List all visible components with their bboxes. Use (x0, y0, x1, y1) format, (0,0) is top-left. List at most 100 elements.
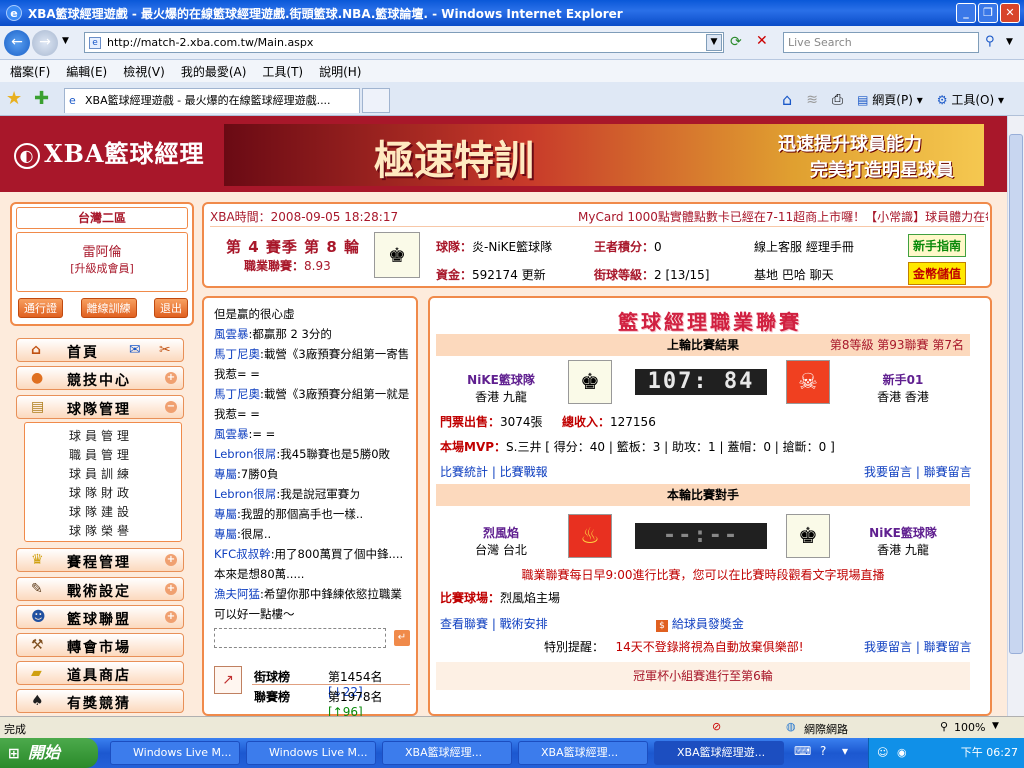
search-dropdown-icon[interactable]: ▼ (1006, 37, 1013, 47)
messenger-icon[interactable]: ☺ (877, 738, 888, 768)
collapse-icon[interactable]: − (165, 401, 177, 413)
away-team-name[interactable]: 新手01 (858, 371, 948, 388)
help-icon[interactable]: ? (820, 744, 826, 758)
chat-author[interactable]: 專屬 (214, 467, 237, 481)
submenu-finance[interactable]: 球隊財政 (69, 484, 133, 501)
zoom-icon[interactable]: ⚲ (940, 720, 948, 733)
chat-author[interactable]: Lebron很屌 (214, 447, 276, 461)
mail-icon[interactable]: ✉ (129, 342, 141, 358)
logout-button[interactable]: 退出 (154, 298, 188, 318)
feeds-icon[interactable]: ≋ (806, 92, 818, 108)
message-links[interactable]: 我要留言 | 聯賽留言 (864, 463, 972, 480)
team-name[interactable]: 炎-NiKE籃球隊 (472, 240, 552, 254)
promo-banner[interactable]: 極速特訓 迅速提升球員能力 完美打造明星球員 (224, 124, 984, 186)
expand-icon[interactable]: + (165, 583, 177, 595)
taskbar-item-active[interactable]: XBA籃球經理遊... (654, 741, 784, 765)
street-rank-label[interactable]: 街球榜 (254, 668, 290, 685)
back-icon[interactable]: ← (4, 30, 30, 56)
menu-file[interactable]: 檔案(F) (10, 63, 50, 80)
new-tab-button[interactable] (362, 88, 390, 113)
message-links-2[interactable]: 我要留言 | 聯賽留言 (864, 638, 972, 655)
forward-icon[interactable]: → (32, 30, 58, 56)
print-icon[interactable]: ⎙ (832, 92, 843, 108)
taskbar-item[interactable]: Windows Live M... (110, 741, 240, 765)
update-link[interactable]: 更新 (522, 268, 546, 282)
nav-arena[interactable]: ● 競技中心 + (16, 366, 184, 390)
expand-icon[interactable]: + (165, 554, 177, 566)
chat-author[interactable]: 馬丁尼奧 (214, 387, 260, 401)
clock[interactable]: 下午 06:27 (961, 746, 1018, 759)
nav-home[interactable]: ⌂ 首頁 ✉ ✂ (16, 338, 184, 362)
chat-author[interactable]: Lebron很屌 (214, 487, 276, 501)
bonus-link[interactable]: $ 給球員發獎金 (656, 615, 744, 632)
search-icon[interactable]: ⚲ (985, 34, 995, 49)
home-icon[interactable]: ⌂ (782, 90, 792, 109)
community-links[interactable]: 基地 巴哈 聊天 (754, 266, 834, 283)
chat-author[interactable]: 專屬 (214, 507, 237, 521)
passport-button[interactable]: 通行證 (18, 298, 63, 318)
cup-status[interactable]: 冠軍杯小組賽進行至第6輪 (436, 662, 970, 690)
menu-edit[interactable]: 編輯(E) (66, 63, 107, 80)
nav-tactics[interactable]: ✎ 戰術設定 + (16, 577, 184, 601)
expand-icon[interactable]: + (165, 611, 177, 623)
nav-schedule[interactable]: ♛ 賽程管理 + (16, 548, 184, 572)
nav-transfer-market[interactable]: ⚒ 轉會市場 (16, 633, 184, 657)
start-button[interactable]: ⊞ 開始 (0, 738, 98, 768)
language-bar-icon[interactable]: ▾ (842, 744, 848, 758)
minimize-button[interactable]: _ (956, 3, 976, 23)
nav-league[interactable]: ☻ 籃球聯盟 + (16, 605, 184, 629)
page-scrollbar[interactable] (1007, 116, 1024, 716)
my-team-name[interactable]: NiKE籃球隊 (858, 524, 948, 541)
close-button[interactable]: ✕ (1000, 3, 1020, 23)
address-field[interactable]: http://match-2.xba.com.tw/Main.aspx (84, 32, 724, 53)
support-links[interactable]: 線上客服 經理手冊 (754, 238, 854, 255)
menu-tools[interactable]: 工具(T) (262, 63, 303, 80)
nav-team-management[interactable]: ▤ 球隊管理 − (16, 395, 184, 419)
chat-author[interactable]: KFC叔叔幹 (214, 547, 271, 561)
zoom-dropdown-icon[interactable]: ▼ (992, 721, 999, 731)
scrollbar-thumb[interactable] (1009, 134, 1023, 654)
keyboard-icon[interactable]: ⌨ (794, 744, 811, 758)
chat-input[interactable] (214, 628, 386, 648)
network-icon[interactable]: ◉ (897, 738, 907, 768)
chat-author[interactable]: 漁夫阿猛 (214, 587, 260, 601)
zoom-level[interactable]: 100% (954, 721, 985, 734)
chat-author[interactable]: 專屬 (214, 527, 237, 541)
news-ticker[interactable]: MyCard 1000點實體點數卡已經在7-11超商上市囉！【小常識】球員體力在… (578, 208, 988, 225)
offline-training-button[interactable]: 離線訓練 (80, 298, 137, 318)
tools-menu[interactable]: ⚙ 工具(O) ▾ (937, 91, 1004, 108)
stop-icon[interactable]: ✕ (756, 33, 768, 49)
submenu-players[interactable]: 球員管理 (69, 427, 133, 444)
nav-item-shop[interactable]: ▰ 道具商店 (16, 661, 184, 685)
send-icon[interactable]: ↵ (394, 630, 410, 646)
upgrade-member-link[interactable]: [升級成會員] (17, 260, 187, 276)
menu-view[interactable]: 檢視(V) (123, 63, 165, 80)
favorites-star-icon[interactable]: ★ (6, 88, 22, 109)
page-menu[interactable]: ▤ 網頁(P) ▾ (857, 91, 923, 108)
expand-icon[interactable]: + (165, 372, 177, 384)
maximize-button[interactable]: ❐ (978, 3, 998, 23)
chat-author[interactable]: 風雲暴 (214, 327, 249, 341)
taskbar-item[interactable]: Windows Live M... (246, 741, 376, 765)
search-input[interactable]: Live Search (783, 32, 979, 53)
league-rank-label[interactable]: 聯賽榜 (254, 688, 290, 705)
gold-topup-button[interactable]: 金幣儲值 (908, 262, 967, 285)
nav-quiz[interactable]: ♠ 有獎競猜 (16, 689, 184, 713)
tools-icon[interactable]: ✂ (159, 342, 171, 358)
submenu-honors[interactable]: 球隊榮譽 (69, 522, 133, 539)
refresh-icon[interactable]: ⟳ (730, 34, 742, 50)
taskbar-item[interactable]: XBA籃球經理... (382, 741, 512, 765)
newbie-guide-button[interactable]: 新手指南 (908, 234, 967, 257)
site-logo[interactable]: ◐ XBA籃球經理 (14, 134, 205, 169)
home-team-name[interactable]: NiKE籃球隊 (456, 371, 546, 388)
address-dropdown-icon[interactable]: ▼ (706, 34, 722, 51)
submenu-training[interactable]: 球員訓練 (69, 465, 133, 482)
menu-favorites[interactable]: 我的最愛(A) (181, 63, 247, 80)
chat-author[interactable]: 風雲暴 (214, 427, 249, 441)
menu-help[interactable]: 說明(H) (319, 63, 361, 80)
chat-author[interactable]: 馬丁尼奧 (214, 347, 260, 361)
submenu-staff[interactable]: 職員管理 (69, 446, 133, 463)
opponent-team-name[interactable]: 烈風焰 (456, 524, 546, 541)
league-links[interactable]: 查看聯賽 | 戰術安排 (440, 615, 548, 632)
add-favorite-icon[interactable]: ✚ (34, 88, 49, 109)
